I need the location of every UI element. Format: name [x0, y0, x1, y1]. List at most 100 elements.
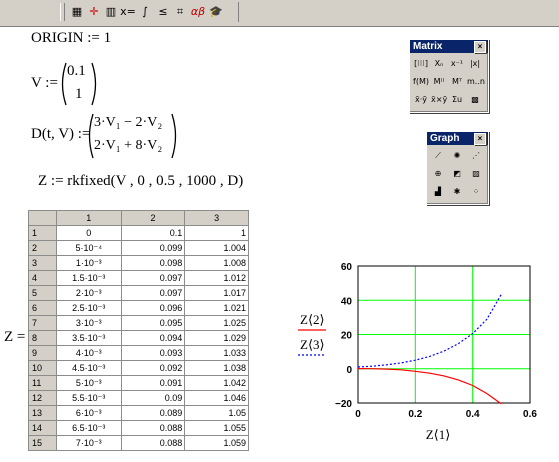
calculus-icon[interactable]: ∫: [137, 4, 153, 20]
table-row: 12 5.5·10⁻³ 0.09 1.046: [28, 390, 249, 406]
d-right-paren: [171, 113, 177, 159]
calculator-icon[interactable]: ▦: [69, 4, 85, 20]
legend-label: Z⟨2⟩: [300, 312, 325, 327]
v-definition[interactable]: V := 0.1 1: [31, 62, 131, 106]
determinant-icon[interactable]: |x|: [467, 56, 483, 72]
table-cell: 0.098: [120, 255, 186, 271]
table-cell: 0.088: [120, 420, 186, 436]
table-cell: 0.097: [120, 285, 186, 301]
table-cell: 2·10⁻³: [55, 285, 122, 301]
range-variable-icon[interactable]: m..n: [467, 74, 485, 90]
matrix-palette-close-button[interactable]: ×: [474, 41, 486, 53]
subscript-icon[interactable]: Xₙ: [431, 56, 447, 72]
table-row: 8 3.5·10⁻³ 0.094 1.029: [28, 330, 249, 346]
column-icon[interactable]: M⁽⁾: [431, 74, 447, 90]
scatter-plot-icon[interactable]: ⁘: [468, 184, 484, 200]
y-tick-label: 60: [341, 262, 353, 273]
d-lhs: D(t, V) :=: [31, 126, 91, 142]
vector-sum-icon[interactable]: Σu: [449, 92, 465, 108]
table-row: 1 0 0.1 1: [28, 225, 249, 241]
row-header: 11: [28, 375, 57, 391]
inverse-icon[interactable]: x⁻¹: [449, 56, 465, 72]
table-cell: 1.029: [184, 330, 249, 346]
matrix-insert-icon[interactable]: [⁝⁝⁝]: [413, 56, 429, 72]
table-row: 13 6·10⁻³ 0.089 1.05: [28, 405, 249, 421]
table-row: 2 5·10⁻⁴ 0.099 1.004: [28, 240, 249, 256]
polar-plot-icon[interactable]: ✺: [449, 148, 465, 164]
matrix-palette-title: Matrix: [413, 41, 443, 52]
x-tick-label: 0.4: [466, 409, 480, 420]
column-header: 2: [120, 210, 186, 226]
row-header: 4: [28, 270, 57, 286]
table-cell: 1.038: [184, 360, 249, 376]
table-cell: 4·10⁻³: [55, 345, 122, 361]
z-eq-label: Z =: [4, 329, 26, 345]
y-tick-label: −20: [335, 399, 352, 410]
legend-label: Z⟨3⟩: [300, 337, 325, 352]
v-lhs: V :=: [31, 75, 58, 91]
table-cell: 1.021: [184, 300, 249, 316]
graph-palette-title: Graph: [430, 133, 460, 144]
greek-icon[interactable]: αβ: [190, 4, 206, 20]
table-cell: 6.5·10⁻³: [55, 420, 122, 436]
toolbar-grip[interactable]: [60, 3, 65, 21]
3d-bar-icon[interactable]: ▟: [430, 184, 446, 200]
row-header: 7: [28, 315, 57, 331]
table-cell: 1.059: [184, 435, 249, 451]
table-cell: 0.089: [120, 405, 186, 421]
contour-plot-icon[interactable]: ◩: [449, 166, 465, 182]
matrix-icon[interactable]: ▥: [103, 4, 119, 20]
surface-plot-icon[interactable]: ⋰: [468, 148, 484, 164]
table-cell: 1.017: [184, 285, 249, 301]
programming-icon[interactable]: ⌗: [172, 4, 188, 20]
table-cell: 0.093: [120, 345, 186, 361]
row-header: 13: [28, 405, 57, 421]
z-result-table[interactable]: 123 1 0 0.1 1 2 5·10⁻⁴ 0.099 1.004 3 1·10⁻³ 0.098 1…: [28, 210, 249, 462]
table-cell: 0: [55, 225, 122, 241]
table-cell: 0.096: [120, 300, 186, 316]
graph-palette: Graph × ⟋ ✺ ⋰ ⊕ ◩ ▨ ▟ ✱ ⁘: [426, 131, 489, 205]
graph-palette-titlebar[interactable]: Graph ×: [427, 132, 488, 145]
3d-scatter-icon[interactable]: ▨: [468, 166, 484, 182]
table-row: 6 2.5·10⁻³ 0.096 1.021: [28, 300, 249, 316]
cross-product-icon[interactable]: x̄×ȳ: [431, 92, 447, 108]
origin-definition[interactable]: ORIGIN := 1: [31, 30, 111, 47]
vector-field-icon[interactable]: ✱: [449, 184, 465, 200]
z-definition[interactable]: Z := rkfixed(V , 0 , 0.5 , 1000 , D): [38, 173, 243, 190]
d-left-paren: [88, 113, 94, 159]
d-definition[interactable]: D(t, V) := 3·V₁ − 2·V₂ 2·V₁ + 8·V₂: [31, 113, 181, 159]
table-cell: 5·10⁻⁴: [55, 240, 122, 256]
series-line-2: [357, 294, 502, 368]
vectorize-icon[interactable]: f(M): [413, 74, 429, 90]
matrix-palette-titlebar[interactable]: Matrix ×: [410, 40, 488, 53]
x-tick-label: 0.6: [523, 409, 537, 420]
graph-palette-close-button[interactable]: ×: [474, 133, 486, 145]
xy-plot-icon[interactable]: ⟋: [430, 148, 446, 164]
table-row: 9 4·10⁻³ 0.093 1.033: [28, 345, 249, 361]
symbolic-icon[interactable]: 🎓: [208, 4, 224, 20]
y-tick-label: 40: [341, 296, 353, 307]
xy-plot[interactable]: 6040200−200 0.2 0.4 0.6Z⟨1⟩Z⟨2⟩Z⟨3⟩: [290, 258, 559, 462]
graph-icon[interactable]: ✛: [86, 4, 102, 20]
table-cell: 1.033: [184, 345, 249, 361]
row-header: 9: [28, 345, 57, 361]
dot-product-icon[interactable]: x̄·ȳ: [413, 92, 429, 108]
x-tick-label: 0: [355, 409, 361, 420]
table-row: 10 4.5·10⁻³ 0.092 1.038: [28, 360, 249, 376]
table-cell: 1·10⁻³: [55, 255, 122, 271]
row-header: 6: [28, 300, 57, 316]
table-cell: 1: [184, 225, 249, 241]
table-row: 5 2·10⁻³ 0.097 1.017: [28, 285, 249, 301]
table-cell: 0.09: [120, 390, 186, 406]
math-toolbar: ▦ ✛ ▥ x= ∫ ≤ ⌗ αβ 🎓: [0, 0, 559, 27]
boolean-icon[interactable]: ≤: [155, 4, 171, 20]
picture-icon[interactable]: ▩: [467, 92, 483, 108]
table-cell: 0.097: [120, 270, 186, 286]
v-left-paren: [61, 62, 67, 106]
polar-graph-icon[interactable]: ⊕: [430, 166, 446, 182]
d-row-2: 2·V₁ + 8·V₂: [94, 138, 163, 153]
evaluation-icon[interactable]: x=: [120, 4, 136, 20]
table-cell: 4.5·10⁻³: [55, 360, 122, 376]
table-cell: 0.092: [120, 360, 186, 376]
transpose-icon[interactable]: Mᵀ: [449, 74, 465, 90]
